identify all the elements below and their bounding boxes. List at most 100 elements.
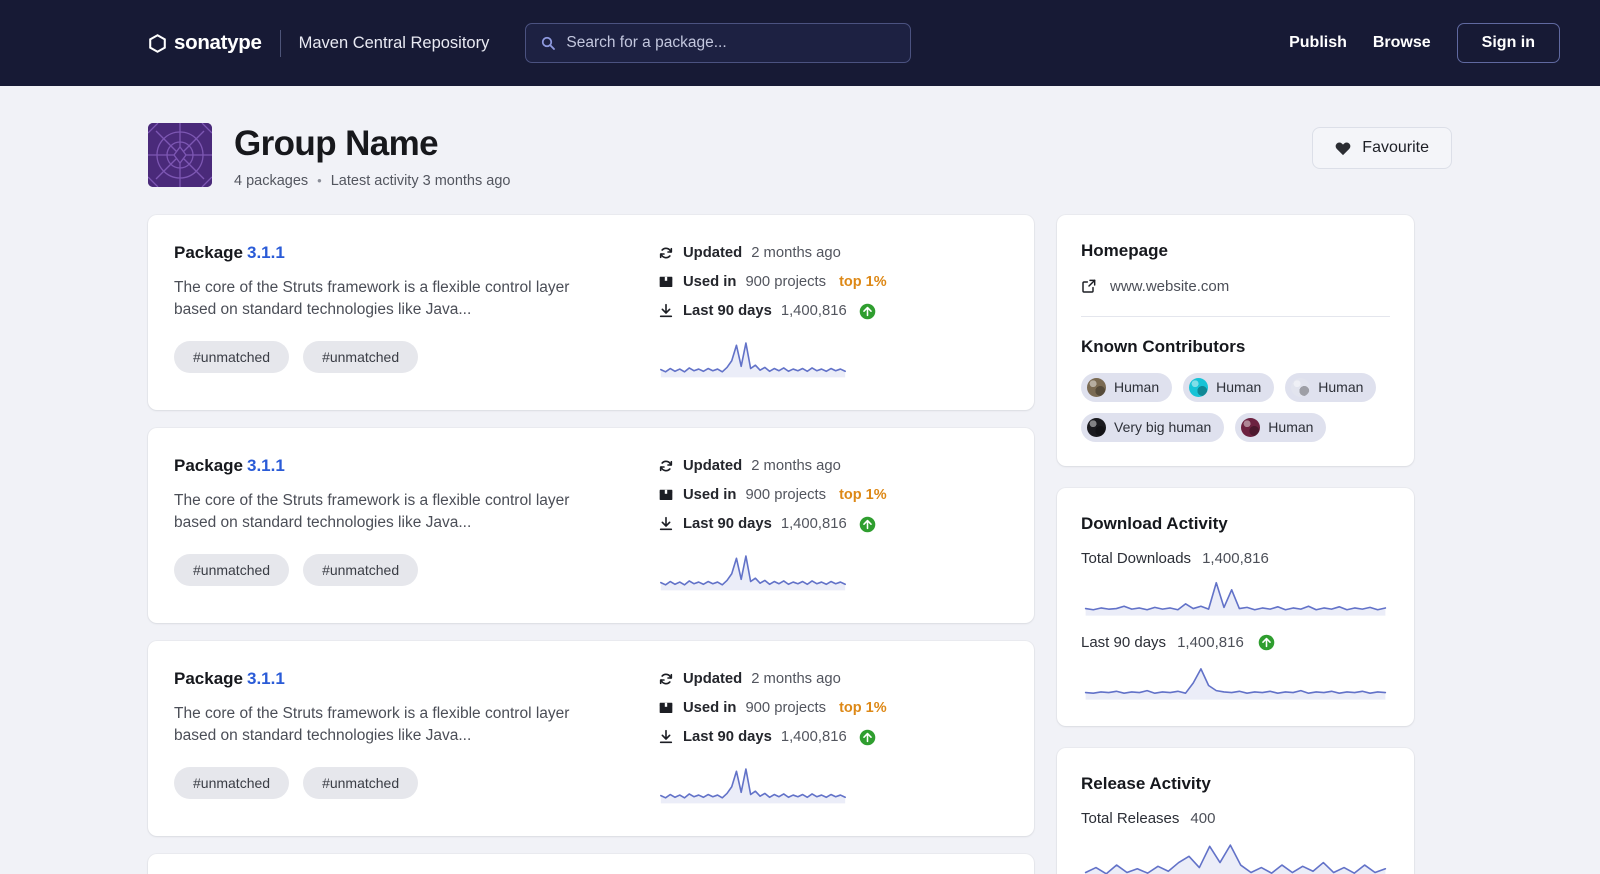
last-90-days-row: Last 90 days 1,400,816 — [1081, 634, 1390, 651]
package-sparkline — [658, 336, 848, 380]
package-summary: Package3.1.1 The core of the Struts fram… — [174, 669, 644, 806]
search-placeholder: Search for a package... — [566, 34, 726, 52]
total-downloads-value: 1,400,816 — [1202, 550, 1269, 567]
contributor-chip[interactable]: Human — [1235, 413, 1326, 442]
download-activity-panel: Download Activity Total Downloads 1,400,… — [1057, 488, 1414, 726]
sync-icon — [658, 458, 674, 474]
favourite-label: Favourite — [1362, 139, 1429, 157]
total-releases-value: 400 — [1190, 810, 1215, 827]
stat-downloads: Last 90 days 1,400,816 — [658, 729, 1008, 746]
package-stats: Updated 2 months ago Used in 900 project… — [644, 243, 1008, 380]
top-percent-badge: top 1% — [839, 487, 887, 503]
updated-label: Updated — [683, 458, 742, 474]
used-in-value: 900 projects — [745, 700, 826, 716]
package-box-icon — [658, 274, 674, 290]
package-title[interactable]: Package3.1.1 — [174, 243, 644, 263]
top-navigation-bar: sonatype Maven Central Repository Search… — [0, 0, 1600, 86]
homepage-panel: Homepage www.website.com Known Contribut… — [1057, 215, 1414, 466]
downloads-value: 1,400,816 — [781, 516, 847, 532]
package-version: 3.1.1 — [247, 669, 285, 688]
used-in-label: Used in — [683, 700, 736, 716]
sign-in-button[interactable]: Sign in — [1457, 23, 1560, 63]
last-90-days-value: 1,400,816 — [1177, 634, 1244, 651]
header-nav-links: Publish Browse Sign in — [1289, 23, 1560, 63]
package-box-icon — [658, 487, 674, 503]
package-description: The core of the Struts framework is a fl… — [174, 703, 604, 748]
contributor-name: Human — [1216, 379, 1261, 395]
package-stats: Updated 2 months ago Used in 900 project… — [644, 456, 1008, 593]
last-90-days-label: Last 90 days — [1081, 634, 1166, 651]
brand-name: sonatype — [174, 31, 262, 55]
package-sparkline — [658, 549, 848, 593]
package-tag[interactable]: #unmatched — [303, 554, 418, 586]
package-summary: Package3.1.1 The core of the Struts fram… — [174, 243, 644, 380]
brand-logo[interactable]: sonatype Maven Central Repository — [148, 30, 489, 57]
page-content: Group Name 4 packages • Latest activity … — [0, 86, 1600, 874]
download-icon — [658, 729, 674, 745]
top-percent-badge: top 1% — [839, 700, 887, 716]
package-card[interactable]: Package3.1.1 Updated 2 months ago — [148, 854, 1034, 874]
package-tag[interactable]: #unmatched — [303, 767, 418, 799]
contributor-name: Human — [1268, 419, 1313, 435]
avatar — [1241, 418, 1260, 437]
sidebar: Homepage www.website.com Known Contribut… — [1057, 215, 1414, 874]
trend-up-icon — [859, 729, 876, 746]
package-tag[interactable]: #unmatched — [303, 341, 418, 373]
contributor-name: Human — [1114, 379, 1159, 395]
contributor-chips: Human Human Human Very big human — [1081, 373, 1390, 442]
search-icon — [540, 35, 556, 51]
total-releases-label: Total Releases — [1081, 810, 1179, 827]
nav-link-publish[interactable]: Publish — [1289, 34, 1347, 52]
package-description: The core of the Struts framework is a fl… — [174, 490, 604, 535]
meta-separator: • — [317, 173, 322, 188]
package-card[interactable]: Package3.1.1 The core of the Struts fram… — [148, 215, 1034, 410]
stat-used-in: Used in 900 projects top 1% — [658, 700, 1008, 716]
stat-used-in: Used in 900 projects top 1% — [658, 487, 1008, 503]
total-downloads-row: Total Downloads 1,400,816 — [1081, 550, 1390, 567]
package-version: 3.1.1 — [247, 456, 285, 475]
contributors-title: Known Contributors — [1081, 337, 1390, 357]
avatar — [1291, 378, 1310, 397]
homepage-link[interactable]: www.website.com — [1081, 278, 1390, 295]
downloads-label: Last 90 days — [683, 516, 772, 532]
contributor-chip[interactable]: Very big human — [1081, 413, 1224, 442]
trend-up-icon — [1258, 634, 1275, 651]
stat-downloads: Last 90 days 1,400,816 — [658, 303, 1008, 320]
updated-label: Updated — [683, 245, 742, 261]
total-downloads-sparkline — [1081, 578, 1390, 618]
group-title-block: Group Name 4 packages • Latest activity … — [234, 123, 510, 189]
contributor-chip[interactable]: Human — [1081, 373, 1172, 402]
sonatype-hexagon-icon — [148, 34, 167, 53]
package-box-icon — [658, 700, 674, 716]
package-card[interactable]: Package3.1.1 The core of the Struts fram… — [148, 641, 1034, 836]
updated-label: Updated — [683, 671, 742, 687]
package-title[interactable]: Package3.1.1 — [174, 456, 644, 476]
package-tags: #unmatched #unmatched — [174, 767, 644, 799]
package-sparkline — [658, 762, 848, 806]
package-tag[interactable]: #unmatched — [174, 767, 289, 799]
group-header: Group Name 4 packages • Latest activity … — [148, 86, 1452, 215]
updated-value: 2 months ago — [751, 671, 841, 687]
favourite-button[interactable]: Favourite — [1312, 127, 1452, 169]
release-activity-sparkline — [1081, 838, 1390, 874]
brand-divider — [280, 30, 281, 57]
nav-link-browse[interactable]: Browse — [1373, 34, 1431, 52]
package-card[interactable]: Package3.1.1 The core of the Struts fram… — [148, 428, 1034, 623]
latest-activity: Latest activity 3 months ago — [331, 173, 511, 189]
package-tag[interactable]: #unmatched — [174, 554, 289, 586]
package-description: The core of the Struts framework is a fl… — [174, 277, 604, 322]
package-tag[interactable]: #unmatched — [174, 341, 289, 373]
trend-up-icon — [859, 303, 876, 320]
package-tags: #unmatched #unmatched — [174, 554, 644, 586]
contributor-chip[interactable]: Human — [1285, 373, 1376, 402]
search-input[interactable]: Search for a package... — [525, 23, 911, 63]
group-avatar — [148, 123, 212, 187]
downloads-value: 1,400,816 — [781, 729, 847, 745]
package-summary: Package3.1.1 The core of the Struts fram… — [174, 456, 644, 593]
identicon-graphic — [148, 123, 212, 187]
stat-downloads: Last 90 days 1,400,816 — [658, 516, 1008, 533]
updated-value: 2 months ago — [751, 458, 841, 474]
contributor-chip[interactable]: Human — [1183, 373, 1274, 402]
package-version: 3.1.1 — [247, 243, 285, 262]
package-title[interactable]: Package3.1.1 — [174, 669, 644, 689]
